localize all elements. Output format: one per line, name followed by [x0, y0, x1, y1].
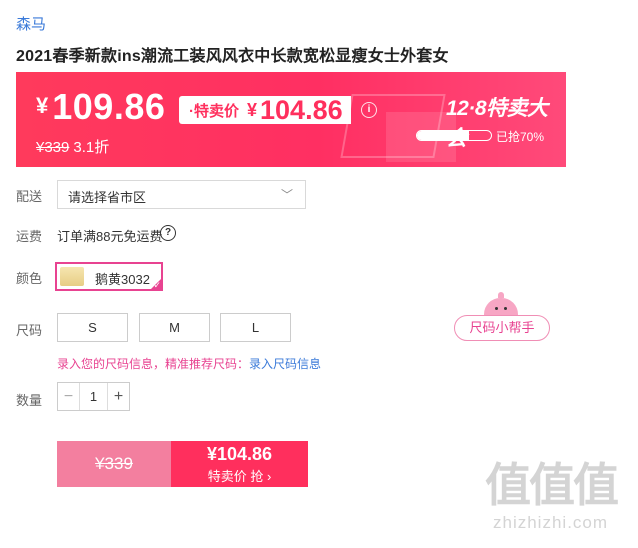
- brand-name[interactable]: 森马: [16, 13, 46, 34]
- buy-sale-price: ¥104.86: [206, 444, 273, 464]
- delivery-label: 配送: [16, 189, 43, 204]
- price-value: 109.86: [52, 86, 166, 127]
- quantity-stepper: − 1 +: [57, 382, 130, 411]
- original-price: ¥339: [36, 139, 70, 156]
- watermark: 值值值 zhizhizhi.com: [485, 459, 619, 533]
- color-option-selected[interactable]: 鹅黄3032 ✓: [55, 262, 163, 291]
- buy-button[interactable]: ¥339 ¥104.86 特卖价 抢 ›: [57, 441, 308, 487]
- currency-symbol: ¥: [36, 93, 49, 118]
- buy-action-label: 特卖价 抢 ›: [207, 469, 272, 484]
- quantity-label: 数量: [16, 393, 43, 408]
- sold-percent-text: 已抢70%: [496, 130, 545, 144]
- price-banner: ¥109.86 ·特卖价 ¥ 104.86 i ¥339 3.1折 12·8特卖大…: [16, 72, 566, 167]
- size-label: 尺码: [16, 323, 43, 338]
- color-thumbnail: [60, 267, 84, 286]
- color-option-label: 鹅黄3032: [95, 272, 150, 287]
- shipping-text: 订单满88元免运费: [57, 229, 163, 244]
- help-icon[interactable]: ?: [160, 225, 176, 241]
- quantity-input[interactable]: 1: [79, 383, 108, 410]
- size-tip-link[interactable]: 录入尺码信息: [249, 357, 321, 371]
- region-select-text: 请选择省市区: [68, 190, 147, 205]
- info-icon[interactable]: i: [361, 102, 377, 118]
- buy-original-price: ¥339: [57, 441, 171, 487]
- check-icon: ✓: [153, 280, 161, 290]
- buy-sale-button[interactable]: ¥104.86 特卖价 抢 ›: [171, 441, 308, 487]
- size-tip-text: 录入您的尺码信息，精准推荐尺码：: [57, 357, 250, 371]
- sale-currency: ¥: [247, 99, 258, 120]
- watermark-domain: zhizhizhi.com: [493, 513, 609, 532]
- chevron-down-icon: ﹀: [280, 188, 293, 202]
- region-select[interactable]: 请选择省市区 ﹀: [57, 180, 306, 209]
- current-price: ¥109.86: [36, 86, 165, 128]
- shipping-label: 运费: [16, 229, 43, 244]
- color-label: 颜色: [16, 271, 43, 286]
- sale-label: ·特卖价: [189, 102, 239, 120]
- sale-price: 104.86: [260, 94, 343, 125]
- product-title: 2021春季新款ins潮流工装风风衣中长款宽松显瘦女士外套女: [16, 48, 449, 65]
- size-option-s[interactable]: S: [57, 313, 128, 342]
- size-option-m[interactable]: M: [139, 313, 210, 342]
- size-helper-button[interactable]: 尺码小帮手: [454, 315, 550, 341]
- quantity-decrease-button[interactable]: −: [58, 383, 80, 410]
- sold-progress-fill: [417, 131, 469, 140]
- original-price-line: ¥339 3.1折: [36, 136, 109, 157]
- sale-price-tag: ·特卖价 ¥ 104.86: [179, 94, 351, 125]
- size-option-l[interactable]: L: [220, 313, 291, 342]
- watermark-glyphs: 值值值: [485, 459, 619, 511]
- size-tip: 录入您的尺码信息，精准推荐尺码：录入尺码信息: [57, 355, 321, 372]
- quantity-increase-button[interactable]: +: [107, 383, 129, 410]
- discount-rate: 3.1折: [73, 139, 110, 156]
- sold-progress-bar: [416, 130, 492, 141]
